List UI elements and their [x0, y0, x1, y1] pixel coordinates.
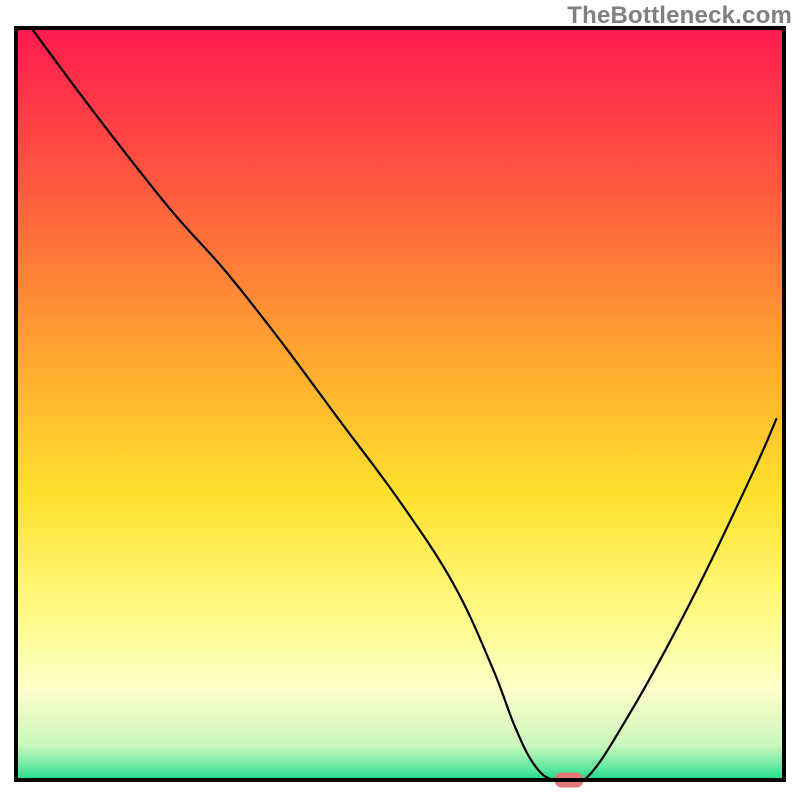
bottleneck-chart: TheBottleneck.com — [0, 0, 800, 800]
watermark-text: TheBottleneck.com — [567, 2, 792, 30]
chart-svg — [0, 0, 800, 800]
plot-background — [16, 28, 784, 780]
